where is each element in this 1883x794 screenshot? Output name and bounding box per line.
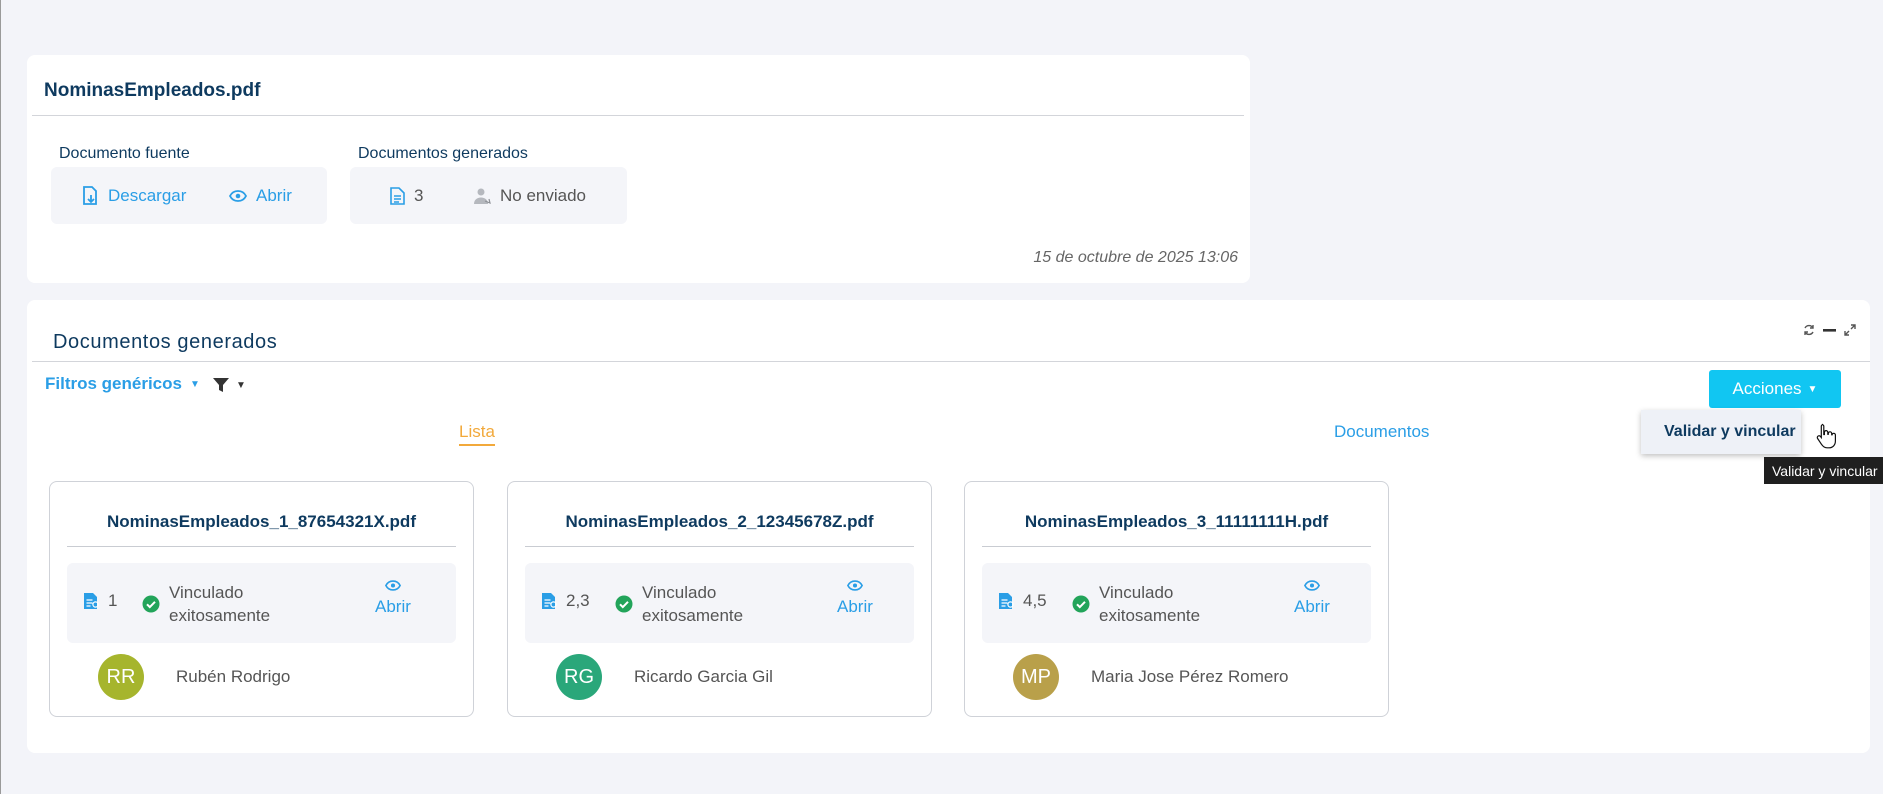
status-line-1: Vinculado bbox=[169, 583, 244, 602]
status-line-1: Vinculado bbox=[642, 583, 717, 602]
open-label: Abrir bbox=[837, 597, 873, 616]
generated-documents-summary: 3 No enviado bbox=[350, 167, 627, 224]
link-status: Vinculado exitosamente bbox=[142, 581, 270, 627]
document-pages-icon bbox=[84, 593, 99, 609]
open-document-link[interactable]: Abrir bbox=[375, 580, 411, 617]
panel-title: Documentos generados bbox=[53, 331, 278, 353]
pages-value: 2,3 bbox=[566, 591, 590, 610]
actions-dropdown-menu: Validar y vincular bbox=[1641, 410, 1801, 454]
pages-indicator: 4,5 bbox=[998, 591, 1047, 611]
card-filename: NominasEmpleados_2_12345678Z.pdf bbox=[565, 512, 874, 531]
avatar: RG bbox=[556, 654, 602, 700]
document-card: NominasEmpleados_1_87654321X.pdf 1 Vincu… bbox=[49, 481, 474, 717]
divider bbox=[982, 546, 1371, 547]
divider bbox=[32, 361, 1870, 362]
eye-icon bbox=[384, 580, 401, 591]
link-status: Vinculado exitosamente bbox=[615, 581, 743, 627]
tooltip: Validar y vincular bbox=[1764, 457, 1883, 484]
avatar: MP bbox=[1013, 654, 1059, 700]
status-line-1: Vinculado bbox=[1099, 583, 1174, 602]
filter-menu-button[interactable]: ▼ bbox=[212, 376, 246, 394]
status-text: Vinculado exitosamente bbox=[1099, 581, 1200, 627]
minimize-icon[interactable] bbox=[1823, 324, 1836, 336]
caret-down-icon: ▼ bbox=[236, 379, 246, 391]
divider bbox=[525, 546, 914, 547]
card-filename: NominasEmpleados_3_11111111H.pdf bbox=[1024, 512, 1329, 531]
document-pages-icon bbox=[999, 593, 1014, 609]
divider bbox=[32, 115, 1244, 116]
actions-button[interactable]: Acciones ▼ bbox=[1709, 370, 1841, 408]
document-card: NominasEmpleados_2_12345678Z.pdf 2,3 Vin… bbox=[507, 481, 932, 717]
send-status-text: No enviado bbox=[500, 185, 587, 205]
filters-label: Filtros genéricos bbox=[45, 374, 182, 393]
open-source-link[interactable]: Abrir bbox=[229, 167, 292, 224]
source-document-actions: Descargar Abrir bbox=[51, 167, 327, 224]
document-card: NominasEmpleados_3_11111111H.pdf 4,5 Vin… bbox=[964, 481, 1389, 717]
status-line-2: exitosamente bbox=[1099, 606, 1201, 625]
source-document-label: Documento fuente bbox=[59, 145, 190, 162]
tab-documents[interactable]: Documentos bbox=[1334, 422, 1429, 442]
person-name: Ricardo Garcia Gil bbox=[634, 667, 773, 686]
eye-icon bbox=[1303, 580, 1320, 591]
timestamp: 15 de octubre de 2025 13:06 bbox=[1033, 249, 1238, 266]
document-icon bbox=[390, 186, 405, 205]
card-info: 4,5 Vinculado exitosamente Abrir bbox=[982, 563, 1371, 643]
open-label: Abrir bbox=[256, 185, 292, 205]
avatar: RR bbox=[98, 654, 144, 700]
generated-count: 3 bbox=[390, 167, 423, 224]
document-pages-icon bbox=[542, 593, 557, 609]
pages-value: 1 bbox=[108, 591, 118, 610]
filter-icon bbox=[213, 378, 229, 392]
person-name: Maria Jose Pérez Romero bbox=[1091, 667, 1289, 686]
download-label: Descargar bbox=[108, 185, 187, 205]
expand-icon[interactable] bbox=[1844, 324, 1856, 336]
generated-count-value: 3 bbox=[414, 185, 424, 205]
open-document-link[interactable]: Abrir bbox=[837, 580, 873, 617]
panel-tools bbox=[1803, 324, 1856, 336]
pages-indicator: 1 bbox=[83, 591, 117, 611]
eye-icon bbox=[229, 189, 247, 202]
caret-down-icon: ▼ bbox=[189, 378, 200, 390]
check-circle-icon bbox=[142, 595, 160, 613]
pages-indicator: 2,3 bbox=[541, 591, 590, 611]
user-send-icon bbox=[474, 188, 491, 204]
open-label: Abrir bbox=[375, 597, 411, 616]
caret-down-icon: ▼ bbox=[1807, 383, 1818, 395]
card-info: 2,3 Vinculado exitosamente Abrir bbox=[525, 563, 914, 643]
status-text: Vinculado exitosamente bbox=[642, 581, 743, 627]
source-document-panel: NominasEmpleados.pdf Documento fuente De… bbox=[27, 55, 1250, 283]
generated-documents-label: Documentos generados bbox=[358, 145, 528, 162]
link-status: Vinculado exitosamente bbox=[1072, 581, 1200, 627]
pages-value: 4,5 bbox=[1023, 591, 1047, 610]
menu-item-validate-and-link[interactable]: Validar y vincular bbox=[1641, 410, 1801, 454]
refresh-icon[interactable] bbox=[1803, 324, 1815, 336]
open-label: Abrir bbox=[1294, 597, 1330, 616]
status-line-2: exitosamente bbox=[642, 606, 744, 625]
download-link[interactable]: Descargar bbox=[81, 167, 186, 224]
status-line-2: exitosamente bbox=[169, 606, 271, 625]
person-name: Rubén Rodrigo bbox=[176, 667, 291, 686]
check-circle-icon bbox=[1072, 595, 1090, 613]
send-status: No enviado bbox=[473, 167, 586, 224]
hand-cursor-icon bbox=[1816, 423, 1836, 449]
card-info: 1 Vinculado exitosamente Abrir bbox=[67, 563, 456, 643]
open-document-link[interactable]: Abrir bbox=[1294, 580, 1330, 617]
download-file-icon bbox=[83, 185, 97, 205]
card-filename: NominasEmpleados_1_87654321X.pdf bbox=[107, 512, 416, 531]
generic-filters-dropdown[interactable]: Filtros genéricos ▼ bbox=[45, 374, 200, 394]
divider bbox=[67, 546, 456, 547]
source-document-title: NominasEmpleados.pdf bbox=[44, 80, 261, 101]
status-text: Vinculado exitosamente bbox=[169, 581, 270, 627]
tab-list[interactable]: Lista bbox=[459, 422, 495, 446]
actions-label: Acciones bbox=[1732, 379, 1802, 398]
generated-documents-panel: Documentos generados Filtros genéricos ▼… bbox=[27, 300, 1870, 753]
check-circle-icon bbox=[615, 595, 633, 613]
eye-icon bbox=[846, 580, 863, 591]
